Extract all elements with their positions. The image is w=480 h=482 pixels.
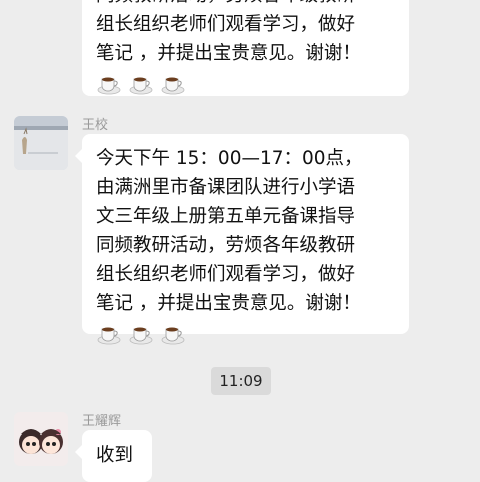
coffee-cup-icon (97, 327, 121, 345)
coffee-cup-icon (161, 77, 185, 95)
emoji-row (96, 318, 395, 347)
message-bubble[interactable]: 同频教研活动，劳烦各年级教研 组长组织老师们观看学习，做好 笔记 ，并提出宝贵意… (82, 0, 409, 96)
message-text-line: 文三年级上册第五单元备课指导 (96, 206, 356, 227)
cartoon-girls-avatar-icon (14, 412, 68, 466)
message-text-line: 笔记 ，并提出宝贵意见。谢谢！ (96, 293, 361, 314)
message-text-line: 笔记 ，并提出宝贵意见。谢谢！ (96, 43, 361, 64)
landscape-photo-icon (14, 116, 68, 170)
message-text-line: 组长组织老师们观看学习，做好 (96, 14, 356, 35)
sender-name: 王校 (82, 118, 109, 133)
coffee-cup-icon (161, 327, 185, 345)
coffee-cup-icon (129, 77, 153, 95)
message-text-line: 同频教研活动，劳烦各年级教研 (96, 235, 356, 256)
message-bubble[interactable]: 今天下午 15：00—17：00点， 由满洲里市备课团队进行小学语 文三年级上册… (75, 134, 409, 345)
message-text-line: 今天下午 15：00—17：00点， (96, 148, 363, 169)
sender-name: 王耀辉 (82, 414, 122, 429)
message-bubble[interactable]: 收到 (75, 430, 152, 482)
message-text-line: 组长组织老师们观看学习，做好 (96, 264, 356, 285)
coffee-cup-icon (129, 327, 153, 345)
time-separator: 11:09 (211, 367, 271, 395)
message-text-line: 由满洲里市备课团队进行小学语 (96, 177, 356, 198)
message-text: 收到 (96, 445, 134, 466)
emoji-row (96, 68, 395, 97)
avatar-wangyaohui[interactable] (14, 412, 68, 466)
message-text-line: 同频教研活动，劳烦各年级教研 (96, 0, 395, 10)
avatar-wangxiao[interactable] (14, 116, 68, 170)
coffee-cup-icon (97, 77, 121, 95)
